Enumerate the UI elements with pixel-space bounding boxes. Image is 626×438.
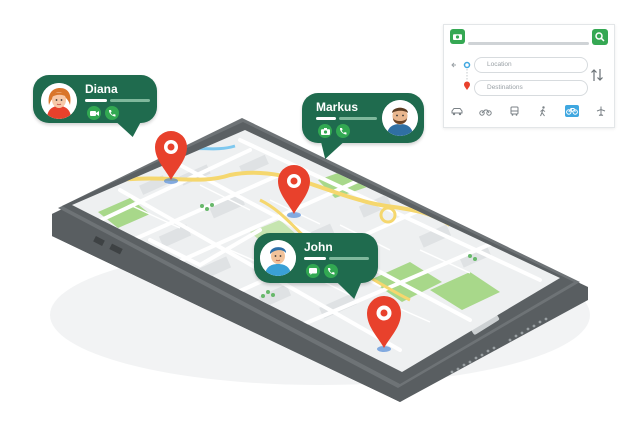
motorbike-icon: [479, 109, 492, 116]
transport-mode-bar: [450, 103, 608, 119]
car-icon: [451, 107, 463, 115]
message-icon: [309, 267, 317, 275]
search-input-line[interactable]: [468, 42, 589, 45]
flight-mode-button[interactable]: [594, 105, 608, 117]
contact-name: Diana: [85, 82, 118, 96]
route-indicator: [451, 61, 471, 90]
camera-button[interactable]: [318, 124, 332, 138]
search-bar[interactable]: [450, 29, 608, 47]
contact-bubble-diana[interactable]: Diana: [33, 75, 157, 137]
destinations-input[interactable]: Destinations: [474, 80, 588, 96]
origin-dot-icon: [463, 61, 471, 69]
bicycle-icon: [566, 108, 579, 115]
back-arrow-icon: [451, 62, 456, 68]
camera-icon: [320, 127, 330, 135]
contact-name: John: [304, 240, 333, 254]
status-line: [329, 257, 369, 260]
car-mode-button[interactable]: [450, 105, 464, 117]
camera-search-button[interactable]: [450, 29, 465, 44]
avatar-john: [260, 240, 296, 276]
location-input[interactable]: Location: [474, 57, 588, 73]
swap-icon[interactable]: [590, 67, 604, 83]
avatar-markus: [382, 100, 418, 136]
bicycle-mode-button[interactable]: [565, 105, 580, 117]
status-line: [339, 117, 377, 120]
status-line: [304, 257, 326, 260]
avatar-diana: [41, 83, 77, 119]
walk-mode-button[interactable]: [536, 105, 550, 117]
status-line: [316, 117, 336, 120]
video-call-button[interactable]: [87, 106, 101, 120]
status-line: [85, 99, 107, 102]
phone-call-button[interactable]: [324, 264, 338, 278]
walk-icon: [540, 105, 546, 116]
phone-icon: [327, 268, 335, 275]
phone-call-button[interactable]: [336, 124, 350, 138]
search-icon: [595, 32, 605, 42]
status-line: [110, 99, 150, 102]
contact-bubble-markus[interactable]: Markus: [302, 93, 424, 159]
motorbike-mode-button[interactable]: [479, 105, 493, 117]
bus-icon: [510, 106, 519, 116]
search-button[interactable]: [592, 29, 608, 45]
camera-icon: [453, 34, 462, 40]
video-camera-icon: [89, 110, 99, 116]
phone-icon: [108, 110, 116, 117]
bus-mode-button[interactable]: [508, 105, 522, 117]
phone-icon: [339, 128, 347, 135]
airplane-icon: [596, 106, 606, 116]
phone-call-button[interactable]: [105, 106, 119, 120]
message-button[interactable]: [306, 264, 320, 278]
contact-bubble-john[interactable]: John: [254, 233, 378, 299]
route-planner-panel: Location Destinations: [443, 24, 615, 128]
destination-pin-icon: [464, 81, 470, 90]
contact-name: Markus: [316, 100, 359, 114]
